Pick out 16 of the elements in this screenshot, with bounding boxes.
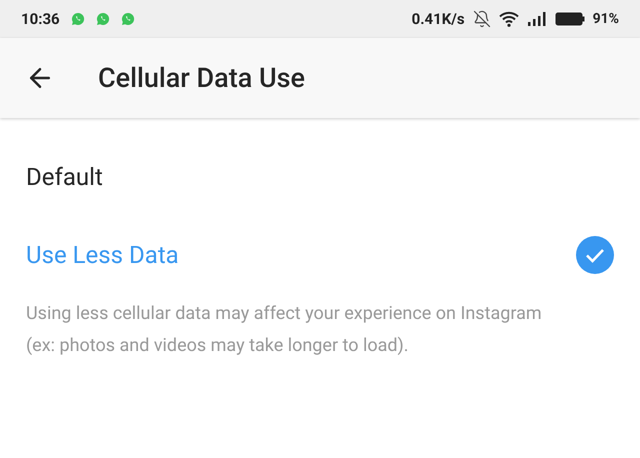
- page-title: Cellular Data Use: [98, 60, 306, 96]
- description-text: Using less cellular data may affect your experience on Instagram (ex: photos and videos may take longer to load).: [25, 302, 543, 358]
- option-label: Use Less Data: [26, 240, 179, 271]
- check-icon: [575, 235, 615, 275]
- battery-percent: 91%: [592, 10, 619, 28]
- option-label: Default: [26, 162, 103, 193]
- signal-icon: [526, 12, 547, 26]
- muted-bell-icon: [472, 10, 491, 28]
- wifi-icon: [498, 11, 519, 27]
- battery-icon: [554, 12, 585, 26]
- chat-icon: [70, 12, 85, 26]
- option-row[interactable]: Default: [0, 138, 640, 216]
- chat-icon: [120, 12, 135, 26]
- network-speed: 0.41K/s: [412, 8, 465, 30]
- chat-icon: [96, 12, 110, 26]
- clock-time: 10:36: [21, 8, 60, 30]
